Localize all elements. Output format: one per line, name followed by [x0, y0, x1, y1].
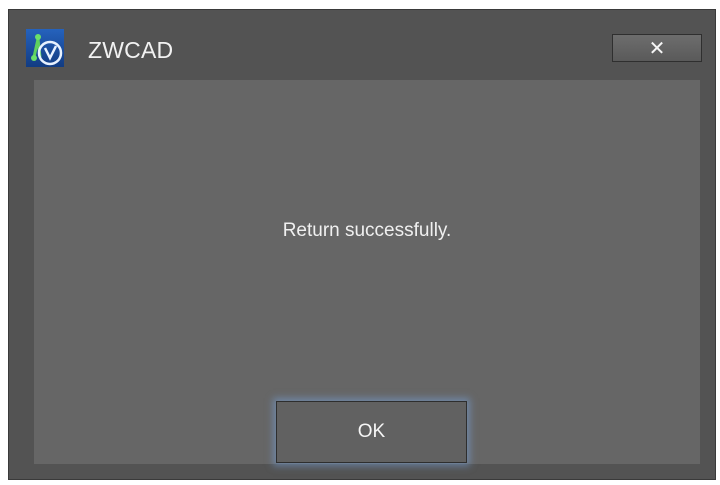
dialog-window: ZWCAD ✕ Return successfully. OK: [8, 9, 716, 480]
close-icon: ✕: [648, 36, 666, 60]
close-button[interactable]: ✕: [612, 34, 702, 62]
title-bar[interactable]: ZWCAD ✕: [9, 10, 715, 77]
window-title: ZWCAD: [88, 37, 174, 63]
zwcad-logo-icon: [26, 29, 64, 67]
dialog-content: Return successfully. OK: [34, 80, 700, 464]
message-text: Return successfully.: [282, 220, 452, 241]
ok-button[interactable]: OK: [276, 401, 467, 463]
